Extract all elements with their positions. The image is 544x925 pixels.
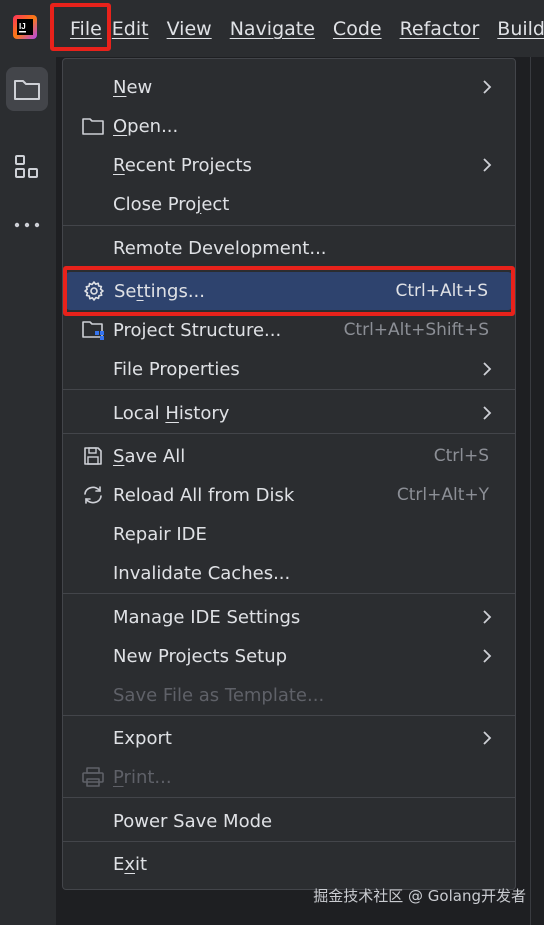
- menu-item-label: Save All: [113, 445, 186, 467]
- chevron-right-icon: [483, 80, 492, 94]
- folder-icon: [14, 80, 40, 100]
- menu-item-repair-ide[interactable]: Repair IDE: [65, 515, 513, 553]
- menu-item-new-projects-setup[interactable]: New Projects Setup: [65, 637, 513, 675]
- menu-item-file-properties[interactable]: File Properties: [65, 350, 513, 388]
- menu-separator: [63, 593, 515, 594]
- menu-item-label: Local History: [113, 402, 230, 424]
- menu-item-power-save-mode[interactable]: Power Save Mode: [65, 802, 513, 840]
- print-icon: [81, 766, 105, 788]
- project-tool-button[interactable]: [6, 67, 48, 111]
- menu-item-manage-ide-settings[interactable]: Manage IDE Settings: [65, 598, 513, 636]
- menu-item-label: Repair IDE: [113, 523, 207, 545]
- menu-item-close-project[interactable]: Close Project: [65, 185, 513, 223]
- file-menu-highlight-box: [50, 3, 111, 51]
- menu-separator: [63, 225, 515, 226]
- goland-logo-icon[interactable]: IJ: [12, 14, 38, 40]
- menu-item-shortcut: Ctrl+Alt+Shift+S: [343, 320, 489, 340]
- chevron-right-icon: [483, 649, 492, 663]
- menu-item-label: Save File as Template...: [113, 684, 325, 706]
- file-menu-dropdown: New Open... Recent Projects Close Projec…: [62, 58, 516, 890]
- menu-navigate[interactable]: Navigate: [230, 18, 315, 40]
- menu-item-project-structure[interactable]: Project Structure... Ctrl+Alt+Shift+S: [65, 311, 513, 349]
- menu-item-new[interactable]: New: [65, 68, 513, 106]
- menu-item-label: Project Structure...: [113, 319, 282, 341]
- menu-edit[interactable]: Edit: [112, 18, 149, 40]
- menu-build[interactable]: Build: [497, 18, 544, 40]
- menu-item-label: New Projects Setup: [113, 645, 288, 667]
- folder-open-icon: [81, 115, 105, 137]
- chevron-right-icon: [483, 731, 492, 745]
- menu-item-shortcut: Ctrl+S: [433, 446, 489, 466]
- svg-text:IJ: IJ: [19, 22, 26, 31]
- editor-area-edge: [516, 57, 544, 925]
- menu-item-exit[interactable]: Exit: [65, 845, 513, 883]
- more-tool-windows-button[interactable]: [6, 203, 48, 247]
- more-icon: [14, 222, 40, 228]
- menu-item-remote-development[interactable]: Remote Development...: [65, 229, 513, 267]
- settings-highlight-box: [63, 266, 515, 316]
- menu-separator: [63, 389, 515, 390]
- menu-item-local-history[interactable]: Local History: [65, 394, 513, 432]
- menu-item-label: Reload All from Disk: [113, 484, 295, 506]
- structure-tool-button[interactable]: [6, 145, 48, 189]
- menu-refactor[interactable]: Refactor: [400, 18, 480, 40]
- menu-item-recent-projects[interactable]: Recent Projects: [65, 146, 513, 184]
- menu-item-label: Manage IDE Settings: [113, 606, 301, 628]
- menu-item-label: Export: [113, 727, 172, 749]
- menu-item-label: Invalidate Caches...: [113, 562, 291, 584]
- reload-icon: [81, 484, 105, 506]
- watermark-text: 掘金技术社区 @ Golang开发者: [313, 887, 526, 905]
- menu-view[interactable]: View: [167, 18, 212, 40]
- menu-item-save-all[interactable]: Save All Ctrl+S: [65, 437, 513, 475]
- menu-item-label: Remote Development...: [113, 237, 327, 259]
- menu-item-save-file-as-template: Save File as Template...: [65, 676, 513, 714]
- menu-item-print: Print...: [65, 758, 513, 796]
- menu-item-label: File Properties: [113, 358, 240, 380]
- menu-item-shortcut: Ctrl+Alt+Y: [396, 485, 489, 505]
- menu-separator: [63, 841, 515, 842]
- menu-item-label: Recent Projects: [113, 154, 252, 176]
- structure-icon: [15, 155, 38, 178]
- chevron-right-icon: [483, 406, 492, 420]
- editor-divider: [530, 57, 531, 925]
- chevron-right-icon: [483, 362, 492, 376]
- tool-window-strip: [0, 57, 57, 925]
- chevron-right-icon: [483, 610, 492, 624]
- menu-item-invalidate-caches[interactable]: Invalidate Caches...: [65, 554, 513, 592]
- menu-item-open[interactable]: Open...: [65, 107, 513, 145]
- menu-separator: [63, 715, 515, 716]
- menu-item-label: Print...: [113, 766, 172, 788]
- menu-separator: [63, 797, 515, 798]
- chevron-right-icon: [483, 158, 492, 172]
- menu-item-label: Close Project: [113, 193, 230, 215]
- menu-item-reload-all[interactable]: Reload All from Disk Ctrl+Alt+Y: [65, 476, 513, 514]
- project-structure-icon: [81, 319, 105, 341]
- menu-item-export[interactable]: Export: [65, 719, 513, 757]
- menu-item-label: Open...: [113, 115, 179, 137]
- menu-separator: [63, 433, 515, 434]
- menu-item-label: New: [113, 76, 153, 98]
- menu-item-label: Exit: [113, 853, 148, 875]
- menu-item-label: Power Save Mode: [113, 810, 273, 832]
- menu-code[interactable]: Code: [333, 18, 382, 40]
- save-icon: [81, 445, 105, 467]
